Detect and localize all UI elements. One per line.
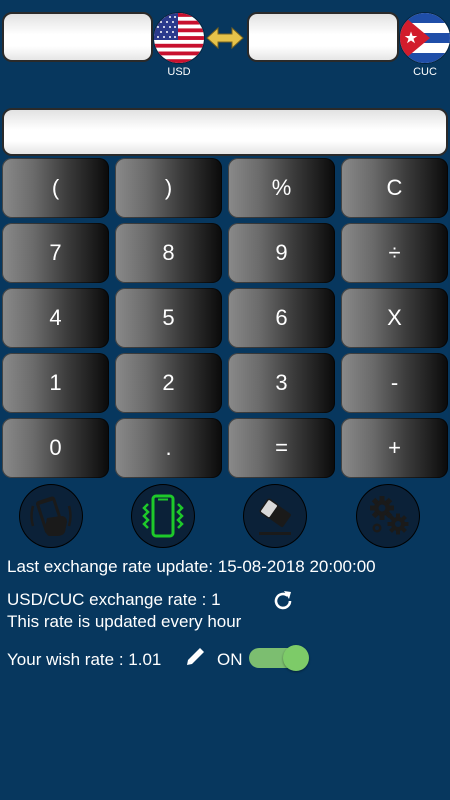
- vibrate-phone-icon: [142, 494, 184, 538]
- vibrate-toggle-button[interactable]: [132, 485, 194, 547]
- key-7[interactable]: 7: [2, 223, 109, 283]
- key-2[interactable]: 2: [115, 353, 222, 413]
- swap-arrows-icon: [206, 26, 244, 50]
- settings-button[interactable]: [357, 485, 419, 547]
- key-divide[interactable]: ÷: [341, 223, 448, 283]
- wish-rate-toggle-label: ON: [217, 650, 243, 669]
- key-close-paren[interactable]: ): [115, 158, 222, 218]
- key-4[interactable]: 4: [2, 288, 109, 348]
- usd-flag-button[interactable]: [154, 13, 204, 63]
- exchange-rate-text: USD/CUC exchange rate : 1: [7, 590, 221, 609]
- expression-display[interactable]: [2, 108, 448, 156]
- key-8[interactable]: 8: [115, 223, 222, 283]
- key-decimal[interactable]: .: [115, 418, 222, 478]
- from-currency-code: USD: [167, 66, 191, 78]
- wish-rate-toggle-knob[interactable]: [283, 645, 309, 671]
- key-6[interactable]: 6: [228, 288, 335, 348]
- key-open-paren[interactable]: (: [2, 158, 109, 218]
- key-clear[interactable]: C: [341, 158, 448, 218]
- eraser-button[interactable]: [244, 485, 306, 547]
- pencil-icon: [187, 646, 206, 665]
- settings-gears-icon: [370, 496, 409, 535]
- eraser-icon: [259, 498, 291, 535]
- wish-rate-text: Your wish rate : 1.01: [7, 650, 162, 669]
- cuc-flag-button[interactable]: [400, 13, 450, 63]
- key-3[interactable]: 3: [228, 353, 335, 413]
- refresh-icon: [274, 591, 292, 610]
- key-minus[interactable]: -: [341, 353, 448, 413]
- to-amount-field[interactable]: [247, 12, 399, 62]
- key-multiply[interactable]: X: [341, 288, 448, 348]
- key-plus[interactable]: +: [341, 418, 448, 478]
- key-0[interactable]: 0: [2, 418, 109, 478]
- refresh-rate-button[interactable]: [270, 588, 296, 614]
- cuba-flag-icon: [400, 13, 450, 63]
- edit-wish-rate-button[interactable]: [183, 643, 209, 669]
- update-frequency-text: This rate is updated every hour: [7, 612, 242, 631]
- shake-phone-icon: [30, 496, 72, 536]
- last-update-text: Last exchange rate update: 15-08-2018 20…: [7, 557, 376, 576]
- calculator-keypad: ( ) % C 7 8 9 ÷ 4 5 6 X 1 2 3 - 0 . = +: [2, 158, 448, 482]
- to-currency-code: CUC: [413, 66, 437, 78]
- key-9[interactable]: 9: [228, 223, 335, 283]
- shake-to-clear-button[interactable]: [20, 485, 82, 547]
- from-amount-field[interactable]: [2, 12, 153, 62]
- usa-flag-icon: [154, 13, 204, 63]
- key-5[interactable]: 5: [115, 288, 222, 348]
- key-percent[interactable]: %: [228, 158, 335, 218]
- key-equals[interactable]: =: [228, 418, 335, 478]
- swap-currencies-button[interactable]: [205, 24, 245, 52]
- key-1[interactable]: 1: [2, 353, 109, 413]
